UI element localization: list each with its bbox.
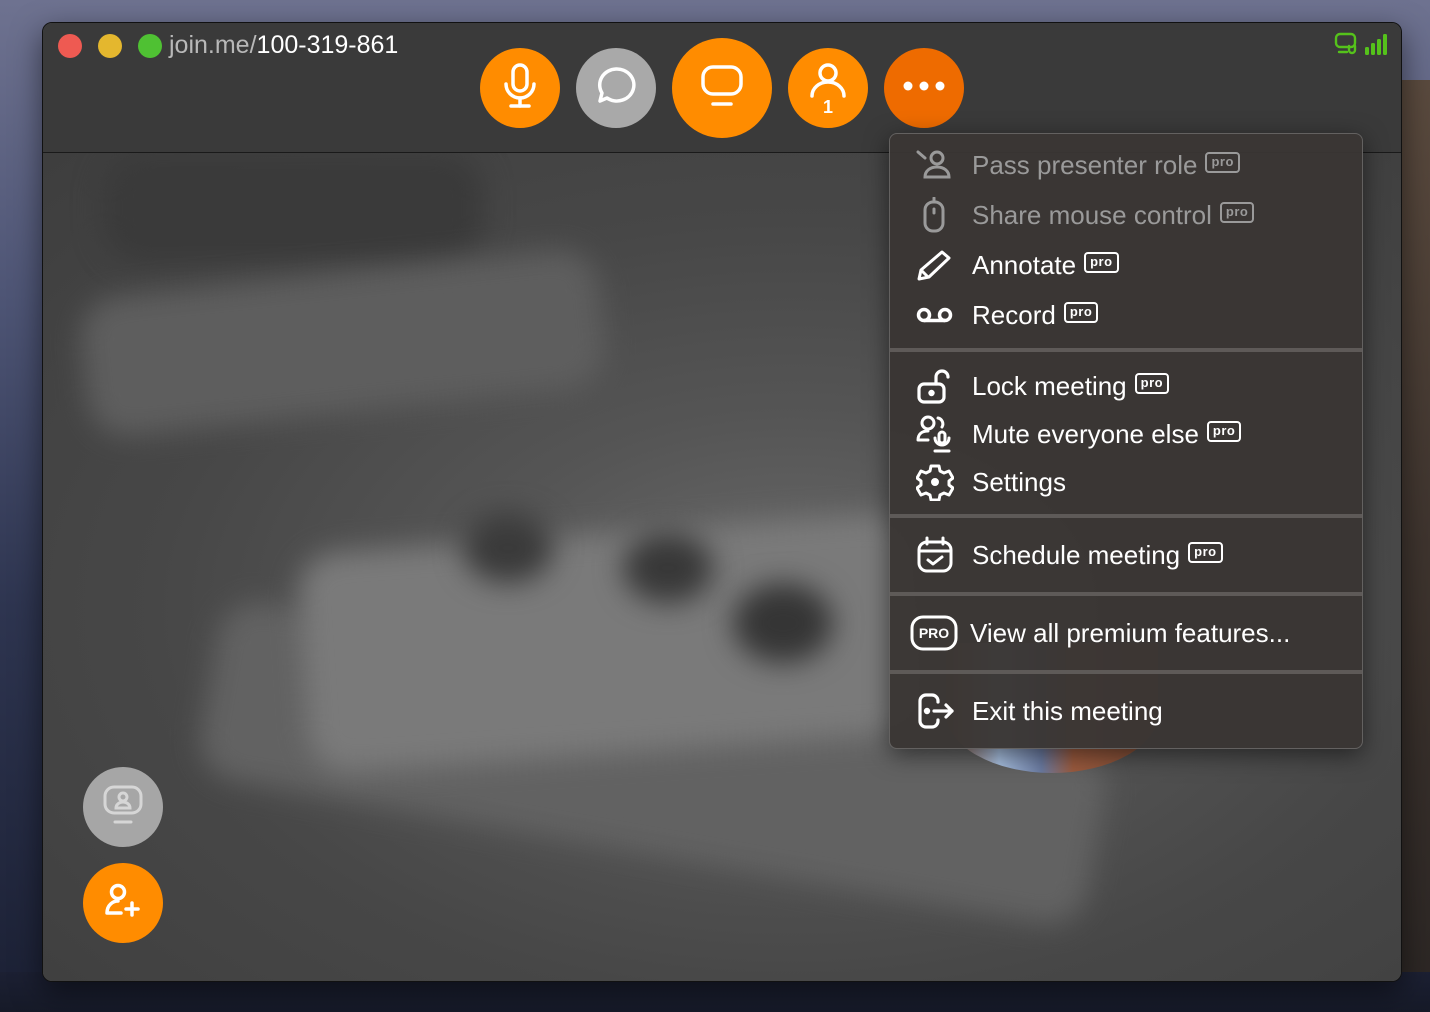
pencil-icon — [916, 247, 960, 283]
voicemail-record-icon — [916, 297, 960, 333]
pro-icon-text: PRO — [919, 625, 949, 641]
screen-share-button[interactable] — [672, 38, 772, 138]
menu-item-record[interactable]: Record pro — [890, 290, 1362, 340]
menu-item-pass-presenter-role[interactable]: Pass presenter role pro — [890, 140, 1362, 190]
menu-item-annotate[interactable]: Annotate pro — [890, 240, 1362, 290]
calendar-check-icon — [916, 536, 960, 573]
menu-item-label: Schedule meeting — [972, 540, 1181, 570]
menu-section-meeting-controls: Lock meeting pro Mute everyone else pro — [890, 348, 1362, 514]
more-dots-icon — [902, 79, 946, 97]
chat-button[interactable] — [576, 48, 656, 128]
exit-icon — [916, 693, 960, 729]
menu-section-premium: PRO View all premium features... — [890, 592, 1362, 670]
menu-item-share-mouse-control[interactable]: Share mouse control pro — [890, 190, 1362, 240]
menu-item-label: Record — [972, 300, 1056, 330]
menu-item-schedule-meeting[interactable]: Schedule meeting pro — [890, 530, 1362, 580]
menu-item-label: View all premium features... — [970, 618, 1291, 648]
pro-badge: pro — [1063, 301, 1099, 323]
microphone-button[interactable] — [480, 48, 560, 128]
menu-item-label: Settings — [972, 467, 1066, 497]
menu-section-exit: Exit this meeting — [890, 670, 1362, 748]
more-options-button[interactable] — [884, 48, 964, 128]
menu-item-view-premium-features[interactable]: PRO View all premium features... — [890, 608, 1362, 658]
participant-count: 1 — [822, 97, 833, 117]
menu-item-settings[interactable]: Settings — [890, 458, 1362, 506]
menu-item-label: Annotate — [972, 250, 1077, 280]
menu-item-label: Exit this meeting — [972, 696, 1163, 726]
pro-badge: pro — [1206, 420, 1242, 442]
chat-bubble-icon — [594, 64, 638, 113]
pro-badge: pro — [1205, 151, 1240, 173]
gear-icon — [916, 464, 960, 501]
menu-item-label: Mute everyone else — [972, 419, 1199, 449]
unlock-icon — [916, 368, 960, 404]
menu-item-label: Lock meeting — [972, 371, 1127, 401]
presenter-view-button[interactable] — [83, 767, 163, 847]
menu-item-lock-meeting[interactable]: Lock meeting pro — [890, 362, 1362, 410]
menu-item-exit-meeting[interactable]: Exit this meeting — [890, 686, 1362, 736]
pro-icon: PRO — [910, 615, 960, 651]
add-person-icon — [103, 883, 143, 924]
menu-item-label: Pass presenter role — [972, 150, 1198, 180]
mouse-icon — [916, 197, 960, 233]
invite-participant-button[interactable] — [83, 863, 163, 943]
more-options-menu: Pass presenter role pro Share mouse cont… — [889, 133, 1363, 749]
pro-badge: pro — [1134, 372, 1170, 394]
participants-button[interactable]: 1 — [788, 48, 868, 128]
menu-section-schedule: Schedule meeting pro — [890, 514, 1362, 592]
mute-people-icon — [916, 415, 960, 453]
monitor-icon — [700, 64, 744, 113]
pass-presenter-icon — [916, 147, 960, 183]
monitor-person-icon — [102, 784, 144, 831]
microphone-icon — [500, 62, 540, 115]
menu-item-label: Share mouse control — [972, 200, 1212, 230]
menu-section-presenter: Pass presenter role pro Share mouse cont… — [890, 134, 1362, 348]
pro-badge: pro — [1219, 201, 1255, 223]
menu-item-mute-everyone-else[interactable]: Mute everyone else pro — [890, 410, 1362, 458]
joinme-window: join.me/100-319-861 1 Pass presenter rol… — [42, 22, 1402, 982]
pro-badge: pro — [1084, 251, 1119, 273]
pro-badge: pro — [1188, 541, 1223, 563]
